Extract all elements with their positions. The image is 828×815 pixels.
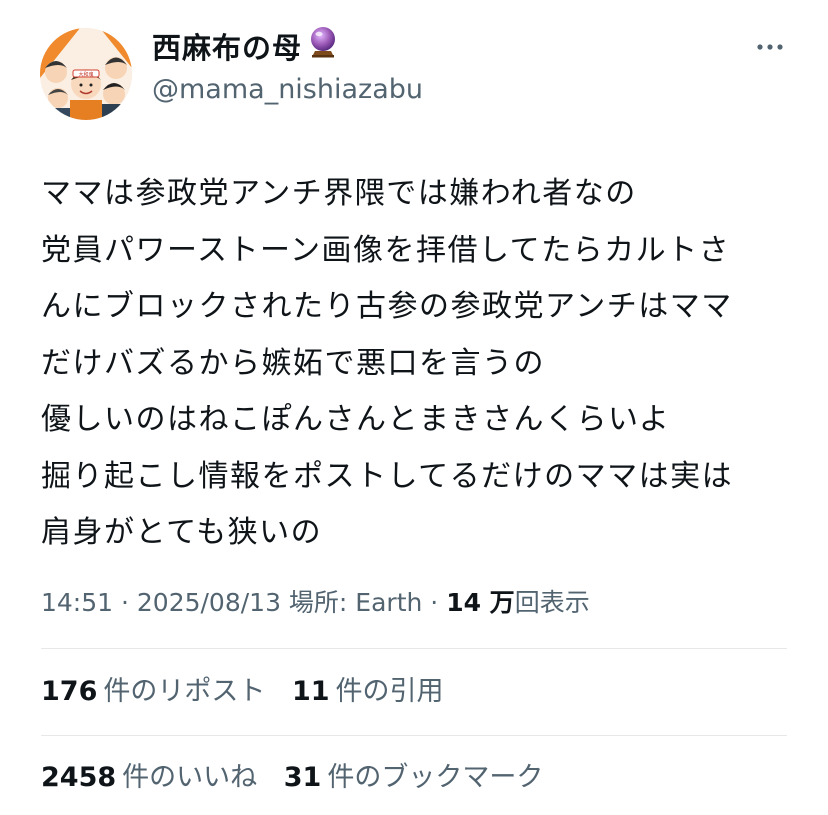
tweet-line: 党員パワーストーン画像を拝借してたらカルトさ	[41, 232, 731, 268]
reposts-count: 176	[41, 676, 98, 707]
view-count: 14 万	[446, 588, 515, 617]
stats-row-reposts: 176 件のリポスト 11 件の引用	[41, 672, 462, 712]
tweet-meta: 14:51 · 2025/08/13 場所: Earth · 14 万回表示	[41, 585, 590, 621]
user-handle[interactable]: @mama_nishiazabu	[152, 72, 423, 108]
crystal-ball-icon	[308, 26, 338, 68]
avatar[interactable]: 大和魂	[40, 28, 132, 120]
reposts-stat[interactable]: 176 件のリポスト	[41, 672, 265, 712]
timestamp-location[interactable]: 14:51 · 2025/08/13 場所: Earth ·	[41, 588, 446, 617]
quotes-count: 11	[291, 676, 330, 707]
bookmarks-label: 件のブックマーク	[327, 762, 544, 793]
tweet-line: 優しいのはねこぽんさんとまきさんくらいよ	[41, 402, 671, 437]
bookmarks-stat[interactable]: 31 件のブックマーク	[284, 758, 544, 798]
tweet-line: 肩身がとても狭いの	[41, 515, 323, 550]
tweet-text: ママは参政党アンチ界隈では嫌われ者なの 党員パワーストーン画像を拝借してたらカル…	[41, 166, 801, 562]
reposts-label: 件のリポスト	[103, 676, 266, 707]
tweet-line: ママは参政党アンチ界隈では嫌われ者なの	[41, 176, 637, 211]
tweet-line: だけバズるから嫉妬で悪口を言うの	[41, 345, 545, 381]
divider	[41, 648, 787, 649]
tweet-line: んにブロックされたり古参の参政党アンチはママ	[41, 289, 733, 324]
view-count-label: 回表示	[514, 588, 590, 617]
avatar-illustration: 大和魂	[40, 28, 132, 120]
divider	[41, 735, 787, 736]
quotes-stat[interactable]: 11 件の引用	[292, 672, 444, 712]
display-name[interactable]: 西麻布の母	[152, 26, 338, 68]
bookmarks-count: 31	[283, 762, 322, 793]
likes-stat[interactable]: 2458 件のいいね	[41, 758, 257, 798]
quotes-label: 件の引用	[335, 676, 444, 707]
more-options-icon[interactable]	[754, 36, 786, 58]
display-name-text: 西麻布の母	[152, 31, 303, 65]
likes-label: 件のいいね	[122, 762, 258, 793]
likes-count: 2458	[41, 762, 117, 793]
tweet-line: 掘り起こし情報をポストしてるだけのママは実は	[41, 458, 734, 494]
stats-row-likes: 2458 件のいいね 31 件のブックマーク	[41, 758, 561, 798]
avatar-banner-text: 大和魂	[78, 71, 93, 78]
